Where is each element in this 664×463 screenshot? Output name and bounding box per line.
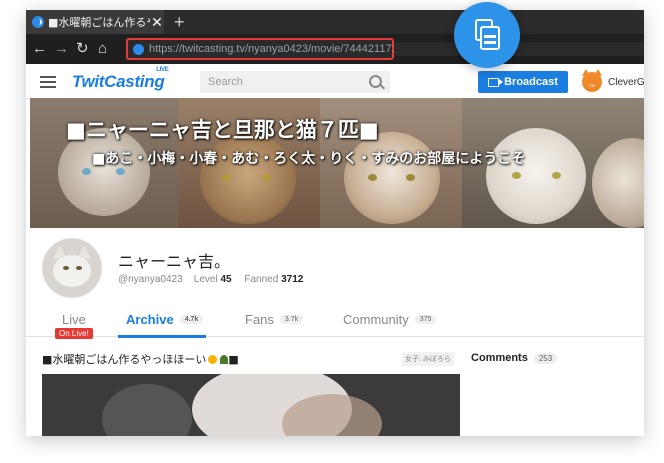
tab-title: ■水曜朝ごはん作るや:: [48, 16, 150, 29]
movie-tag[interactable]: 女子: みぽろら: [402, 352, 454, 366]
profile-handle: @nyanya0423: [118, 274, 183, 285]
user-avatar[interactable]: CB: [582, 69, 602, 92]
banner-subtitle: ■あこ・小梅・小春・あむ・ろく太・りく・すみのお部屋にようこそ: [92, 151, 526, 167]
profile-avatar[interactable]: [42, 238, 102, 298]
reload-icon[interactable]: ↻: [76, 40, 89, 58]
close-tab-icon[interactable]: ✕: [150, 14, 164, 31]
tab-community-count: 375: [414, 315, 437, 324]
profile-name: ニャーニャ吉。: [118, 252, 231, 271]
address-bar[interactable]: https://twitcasting.tv/nyanya0423/movie/…: [126, 38, 398, 60]
tab-archive-label: Archive: [126, 312, 174, 327]
tab-archive[interactable]: Archive 4.7k: [126, 312, 204, 327]
broadcast-label: Broadcast: [504, 76, 558, 88]
comments-header: Comments 253: [471, 352, 558, 364]
on-live-badge[interactable]: On Live!: [55, 328, 93, 339]
menu-icon[interactable]: [40, 76, 56, 88]
copy-icon-front: [480, 26, 500, 50]
fanned-value: 3712: [281, 274, 304, 285]
logo-text: TwitCasting: [72, 72, 165, 91]
search-icon[interactable]: [369, 75, 382, 88]
home-icon[interactable]: ⌂: [98, 40, 107, 58]
new-tab-icon[interactable]: +: [174, 11, 185, 33]
profile-meta: @nyanya0423 Level 45 Fanned 3712: [118, 274, 313, 285]
movie-title: ■水曜朝ごはん作るやっほほーい ■: [42, 351, 239, 367]
comments-label: Comments: [471, 352, 528, 364]
movie-title-text: ■水曜朝ごはん作るやっほほーい: [42, 353, 207, 366]
profile-tabs: Live Archive 4.7k Fans 3.7k Community 37…: [26, 306, 644, 337]
twitcasting-logo[interactable]: TwitCasting LIVE: [72, 67, 169, 92]
back-arrow-icon[interactable]: ←: [32, 40, 47, 58]
tab-fans-count: 3.7k: [279, 315, 304, 324]
url-text: https://twitcasting.tv/nyanya0423/movie/…: [149, 43, 398, 55]
user-name[interactable]: CleverGe: [608, 77, 644, 88]
tab-community[interactable]: Community 375: [343, 312, 437, 327]
tab-live[interactable]: Live: [62, 312, 86, 327]
tab-strip: ■水曜朝ごはん作るや: ✕ +: [26, 10, 644, 34]
broadcast-button[interactable]: Broadcast: [478, 71, 568, 93]
logo-live-badge: LIVE: [156, 67, 169, 73]
forward-arrow-icon[interactable]: →: [54, 40, 69, 58]
active-tab-indicator: [118, 335, 206, 338]
browser-window: ■水曜朝ごはん作るや: ✕ + ← → ↻ ⌂ https://twitcast…: [26, 10, 644, 436]
video-player[interactable]: [42, 374, 460, 436]
browser-tab[interactable]: ■水曜朝ごはん作るや: ✕: [26, 10, 164, 34]
tab-archive-count: 4.7k: [179, 315, 204, 324]
twitcasting-favicon-icon: [32, 16, 44, 28]
avatar-text: CB: [589, 83, 595, 88]
copy-url-button[interactable]: [454, 2, 520, 68]
tab-fans-label: Fans: [245, 312, 274, 327]
profile-banner: ■ニャーニャ吉と旦那と猫７匹■ ■あこ・小梅・小春・あむ・ろく太・りく・すみのお…: [30, 98, 644, 228]
navigation-bar: ← → ↻ ⌂ https://twitcasting.tv/nyanya042…: [26, 34, 644, 64]
address-bar-extension: [394, 42, 644, 56]
search-placeholder: Search: [208, 76, 243, 88]
tab-fans[interactable]: Fans 3.7k: [245, 312, 304, 327]
fanned-label: Fanned: [244, 274, 279, 285]
tab-community-label: Community: [343, 312, 409, 327]
banner-title: ■ニャーニャ吉と旦那と猫７匹■: [66, 118, 379, 142]
site-header: TwitCasting LIVE Search Broadcast CB Cle…: [26, 64, 644, 99]
site-favicon-icon: [133, 43, 144, 55]
camera-icon: [488, 77, 504, 87]
search-box[interactable]: Search: [200, 71, 390, 93]
movie-title-end: ■: [228, 353, 239, 366]
level-label: Level: [193, 274, 218, 285]
sun-icon: [208, 355, 218, 364]
level-value: 45: [220, 274, 232, 285]
comments-count: 253: [533, 352, 558, 364]
tab-live-label: Live: [62, 312, 86, 327]
